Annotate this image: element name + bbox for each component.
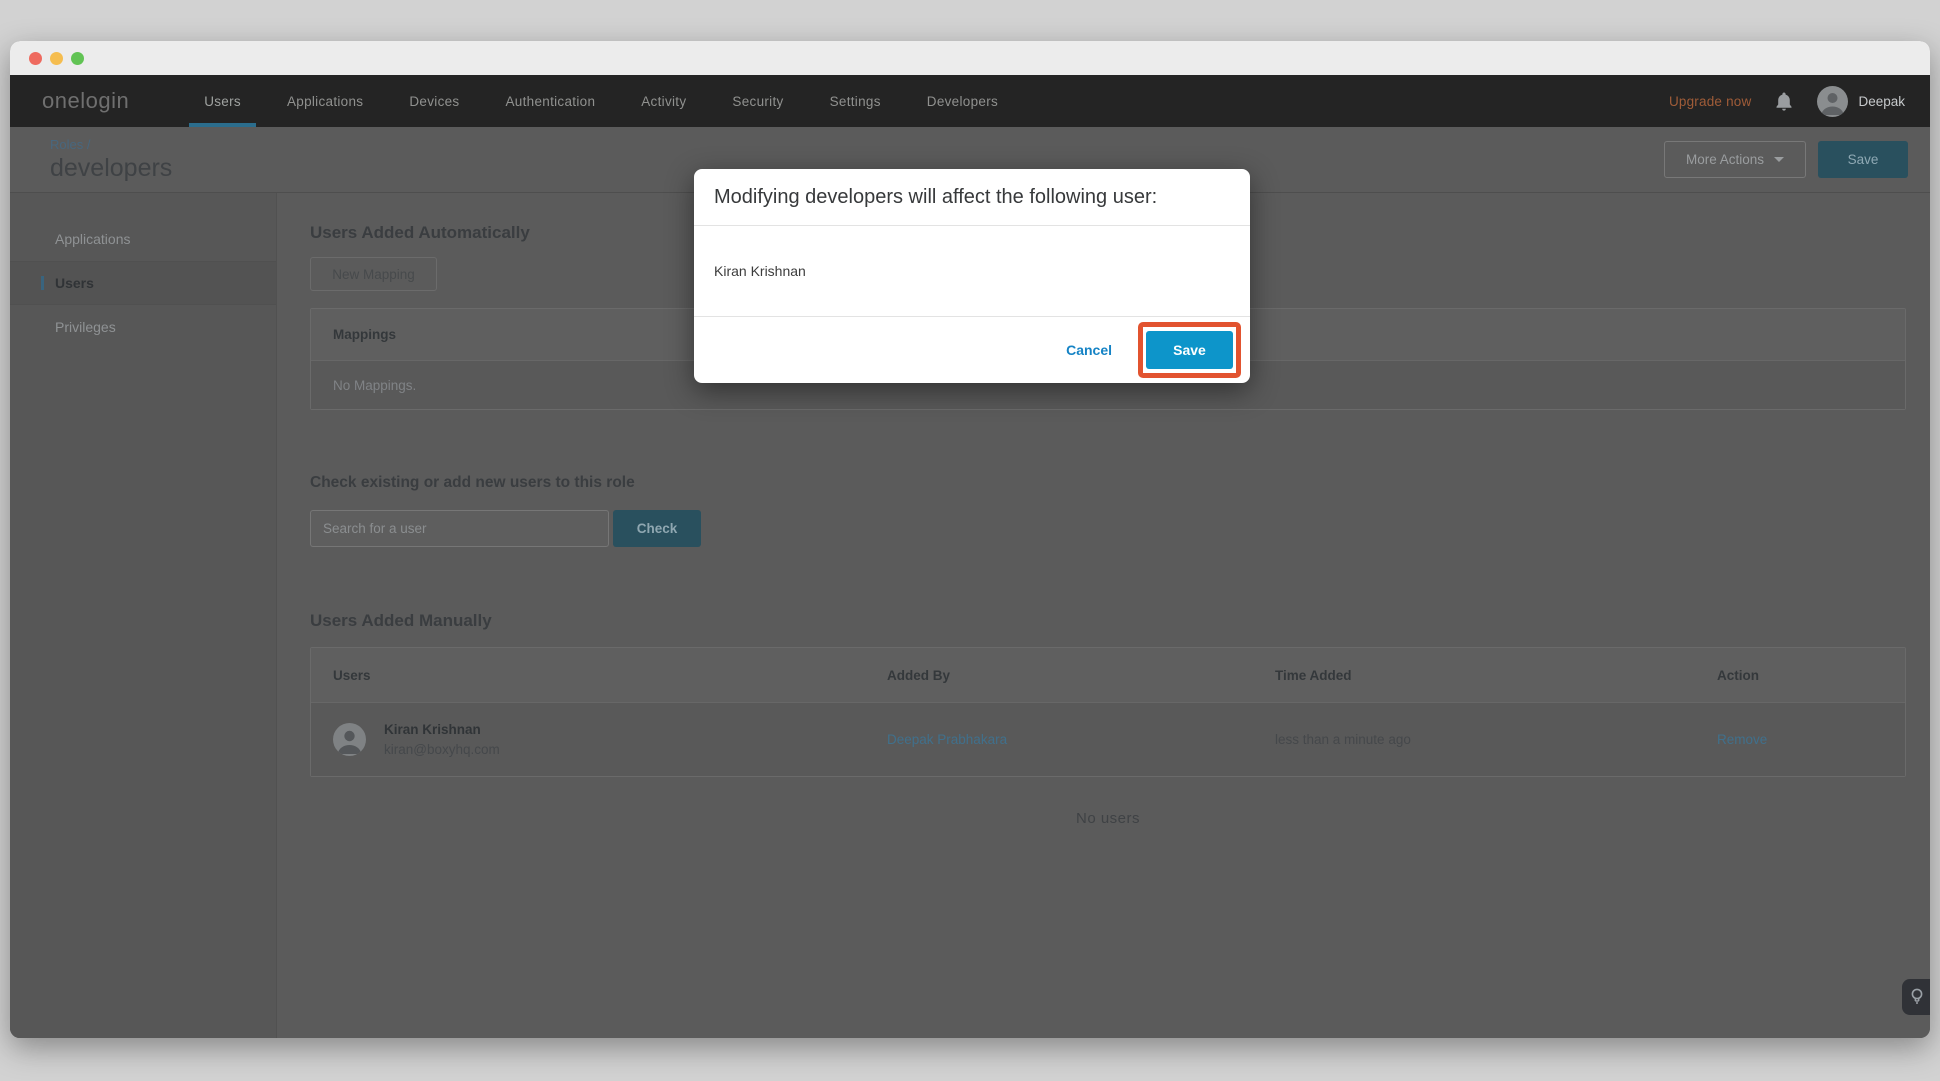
confirm-modal: Modifying developers will affect the fol… <box>694 169 1250 383</box>
modal-footer: Cancel Save <box>694 317 1250 383</box>
modal-save-button[interactable]: Save <box>1146 331 1233 369</box>
affected-user-name: Kiran Krishnan <box>714 263 806 279</box>
cancel-button[interactable]: Cancel <box>1066 342 1112 358</box>
browser-window: onelogin Users Applications Devices Auth… <box>10 41 1930 1038</box>
maximize-button[interactable] <box>71 52 84 65</box>
minimize-button[interactable] <box>50 52 63 65</box>
close-button[interactable] <box>29 52 42 65</box>
page-viewport: onelogin Users Applications Devices Auth… <box>10 75 1930 1038</box>
modal-body: Kiran Krishnan <box>694 226 1250 317</box>
modal-title: Modifying developers will affect the fol… <box>714 186 1157 209</box>
modal-title-row: Modifying developers will affect the fol… <box>694 169 1250 226</box>
save-annotation-highlight: Save <box>1138 322 1241 378</box>
window-titlebar <box>10 41 1930 75</box>
